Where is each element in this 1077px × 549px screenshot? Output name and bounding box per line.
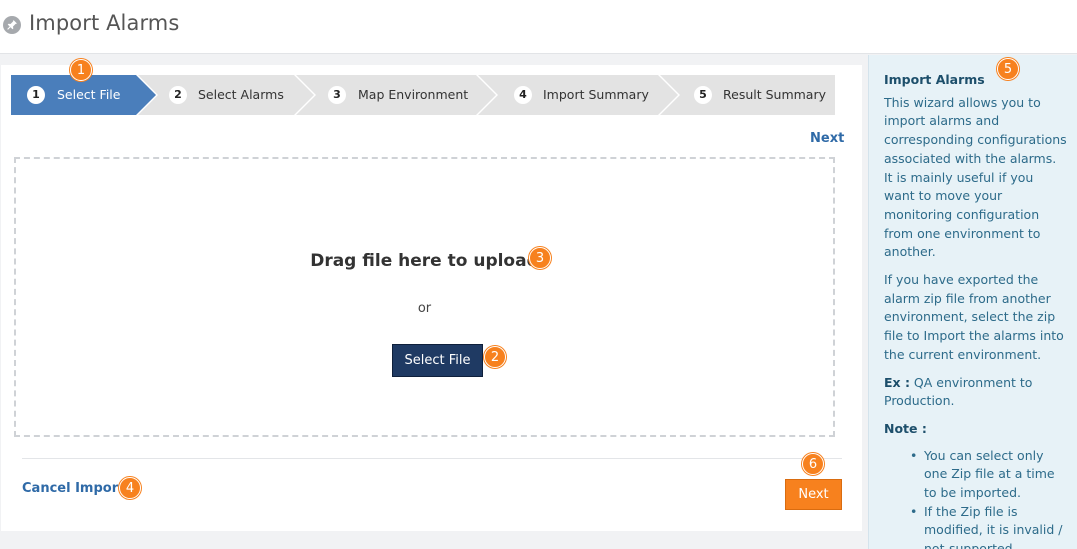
step-select-alarms[interactable]: 2 Select Alarms bbox=[138, 75, 314, 115]
step-number: 3 bbox=[328, 86, 346, 104]
help-note-label: Note : bbox=[884, 420, 927, 436]
help-paragraph-2: If you have exported the alarm zip file … bbox=[884, 272, 1064, 362]
pin-icon bbox=[3, 16, 21, 34]
step-number: 5 bbox=[694, 86, 712, 104]
step-select-file[interactable]: 1 Select File bbox=[11, 75, 156, 115]
select-file-button[interactable]: Select File bbox=[392, 344, 483, 377]
callout-badge-4: 4 bbox=[119, 477, 141, 499]
page-header: Import Alarms bbox=[0, 0, 1077, 54]
step-label: Select Alarms bbox=[198, 87, 284, 102]
help-panel: Import Alarms This wizard allows you to … bbox=[868, 55, 1077, 549]
dropzone-or-text: or bbox=[417, 301, 432, 316]
step-number: 1 bbox=[27, 86, 45, 104]
step-number: 2 bbox=[169, 86, 187, 104]
step-map-environment[interactable]: 3 Map Environment bbox=[296, 75, 496, 115]
help-paragraph-1: This wizard allows you to import alarms … bbox=[884, 94, 1067, 260]
step-label: Import Summary bbox=[543, 87, 649, 102]
next-button[interactable]: Next bbox=[785, 479, 842, 510]
callout-badge-5: 5 bbox=[997, 58, 1019, 80]
next-link[interactable]: Next bbox=[810, 131, 844, 146]
step-number: 4 bbox=[514, 86, 532, 104]
wizard-card: 1 Select File 2 Select Alarms 3 Map Envi… bbox=[1, 65, 862, 531]
list-item: You can select only one Zip file at a ti… bbox=[910, 447, 1067, 503]
file-dropzone[interactable]: Drag file here to upload or Select File bbox=[14, 157, 835, 437]
page-title: Import Alarms bbox=[29, 11, 180, 35]
callout-badge-6: 6 bbox=[802, 453, 824, 475]
callout-badge-2: 2 bbox=[484, 346, 506, 368]
step-result-summary[interactable]: 5 Result Summary bbox=[660, 75, 835, 115]
help-example-label: Ex : bbox=[884, 374, 910, 390]
wizard-stepper: 1 Select File 2 Select Alarms 3 Map Envi… bbox=[11, 75, 835, 115]
step-label: Select File bbox=[57, 87, 121, 102]
footer-divider bbox=[22, 458, 842, 459]
step-label: Result Summary bbox=[723, 87, 827, 102]
step-import-summary[interactable]: 4 Import Summary bbox=[478, 75, 678, 115]
callout-badge-3: 3 bbox=[529, 247, 551, 269]
help-note-list: You can select only one Zip file at a ti… bbox=[884, 447, 1067, 549]
help-title: Import Alarms bbox=[884, 72, 985, 87]
cancel-import-link[interactable]: Cancel Import bbox=[22, 481, 124, 496]
list-item: If the Zip file is modified, it is inval… bbox=[910, 503, 1067, 549]
help-example: Ex : QA environment to Production. bbox=[884, 374, 1067, 411]
callout-badge-1: 1 bbox=[70, 59, 92, 81]
step-label: Map Environment bbox=[358, 87, 469, 102]
dropzone-title: Drag file here to upload bbox=[310, 251, 539, 271]
